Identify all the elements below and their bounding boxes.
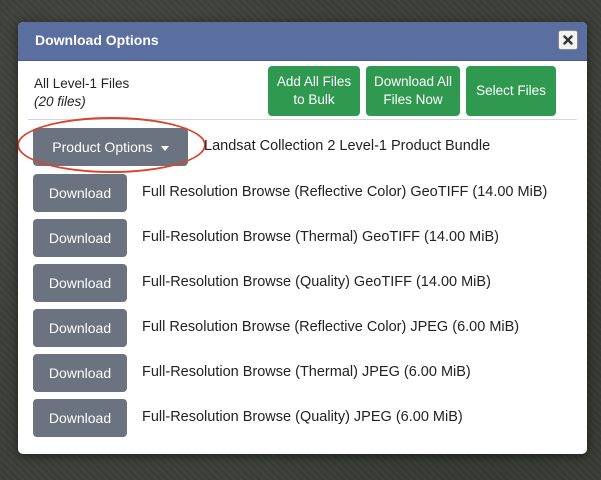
download-row: Download Full-Resolution Browse (Quality…	[18, 264, 587, 302]
modal-title: Download Options	[35, 32, 159, 48]
download-button[interactable]: Download	[33, 354, 127, 392]
download-row: Download Full Resolution Browse (Reflect…	[18, 174, 587, 212]
bulk-label: All Level-1 Files (20 files)	[34, 75, 129, 111]
download-item-label: Full-Resolution Browse (Quality) JPEG (6…	[142, 409, 463, 425]
download-item-label: Full-Resolution Browse (Thermal) GeoTIFF…	[142, 229, 499, 245]
download-button[interactable]: Download	[33, 219, 127, 257]
add-all-line2: to Bulk	[293, 92, 335, 107]
bulk-label-title: All Level-1 Files	[34, 76, 130, 91]
product-options-dropdown[interactable]: Product Options	[33, 128, 188, 166]
download-item-label: Full Resolution Browse (Reflective Color…	[142, 184, 548, 200]
add-all-line1: Add All Files	[276, 74, 352, 89]
download-item-label: Full-Resolution Browse (Quality) GeoTIFF…	[142, 274, 491, 290]
download-row: Download Full-Resolution Browse (Quality…	[18, 399, 587, 437]
download-button[interactable]: Download	[33, 264, 127, 302]
select-files-label: Select Files	[476, 83, 546, 98]
download-button[interactable]: Download	[33, 399, 127, 437]
download-all-now-button[interactable]: Download All Files Now	[366, 66, 460, 116]
modal-header: Download Options	[18, 22, 587, 61]
download-all-line2: Files Now	[383, 92, 443, 107]
product-bundle-label: Landsat Collection 2 Level-1 Product Bun…	[204, 138, 491, 154]
product-options-row: Product Options Landsat Collection 2 Lev…	[18, 117, 587, 173]
download-item-label: Full Resolution Browse (Reflective Color…	[142, 319, 520, 335]
download-options-modal: Download Options All Level-1 Files (20 f…	[18, 22, 587, 454]
product-options-label: Product Options	[52, 139, 153, 155]
bulk-download-bar: All Level-1 Files (20 files) Add All Fil…	[18, 61, 587, 123]
divider	[28, 119, 577, 120]
caret-down-icon	[160, 145, 169, 151]
download-row: Download Full Resolution Browse (Reflect…	[18, 309, 587, 347]
close-button[interactable]	[558, 30, 578, 50]
download-button[interactable]: Download	[33, 309, 127, 347]
download-row: Download Full-Resolution Browse (Thermal…	[18, 354, 587, 392]
close-icon	[563, 35, 573, 45]
select-files-button[interactable]: Select Files	[466, 66, 556, 116]
download-button[interactable]: Download	[33, 174, 127, 212]
download-item-label: Full-Resolution Browse (Thermal) JPEG (6…	[142, 364, 471, 380]
download-all-line1: Download All	[373, 74, 453, 89]
add-all-to-bulk-button[interactable]: Add All Files to Bulk	[268, 66, 360, 116]
bulk-file-count: (20 files)	[34, 94, 86, 109]
download-row: Download Full-Resolution Browse (Thermal…	[18, 219, 587, 257]
